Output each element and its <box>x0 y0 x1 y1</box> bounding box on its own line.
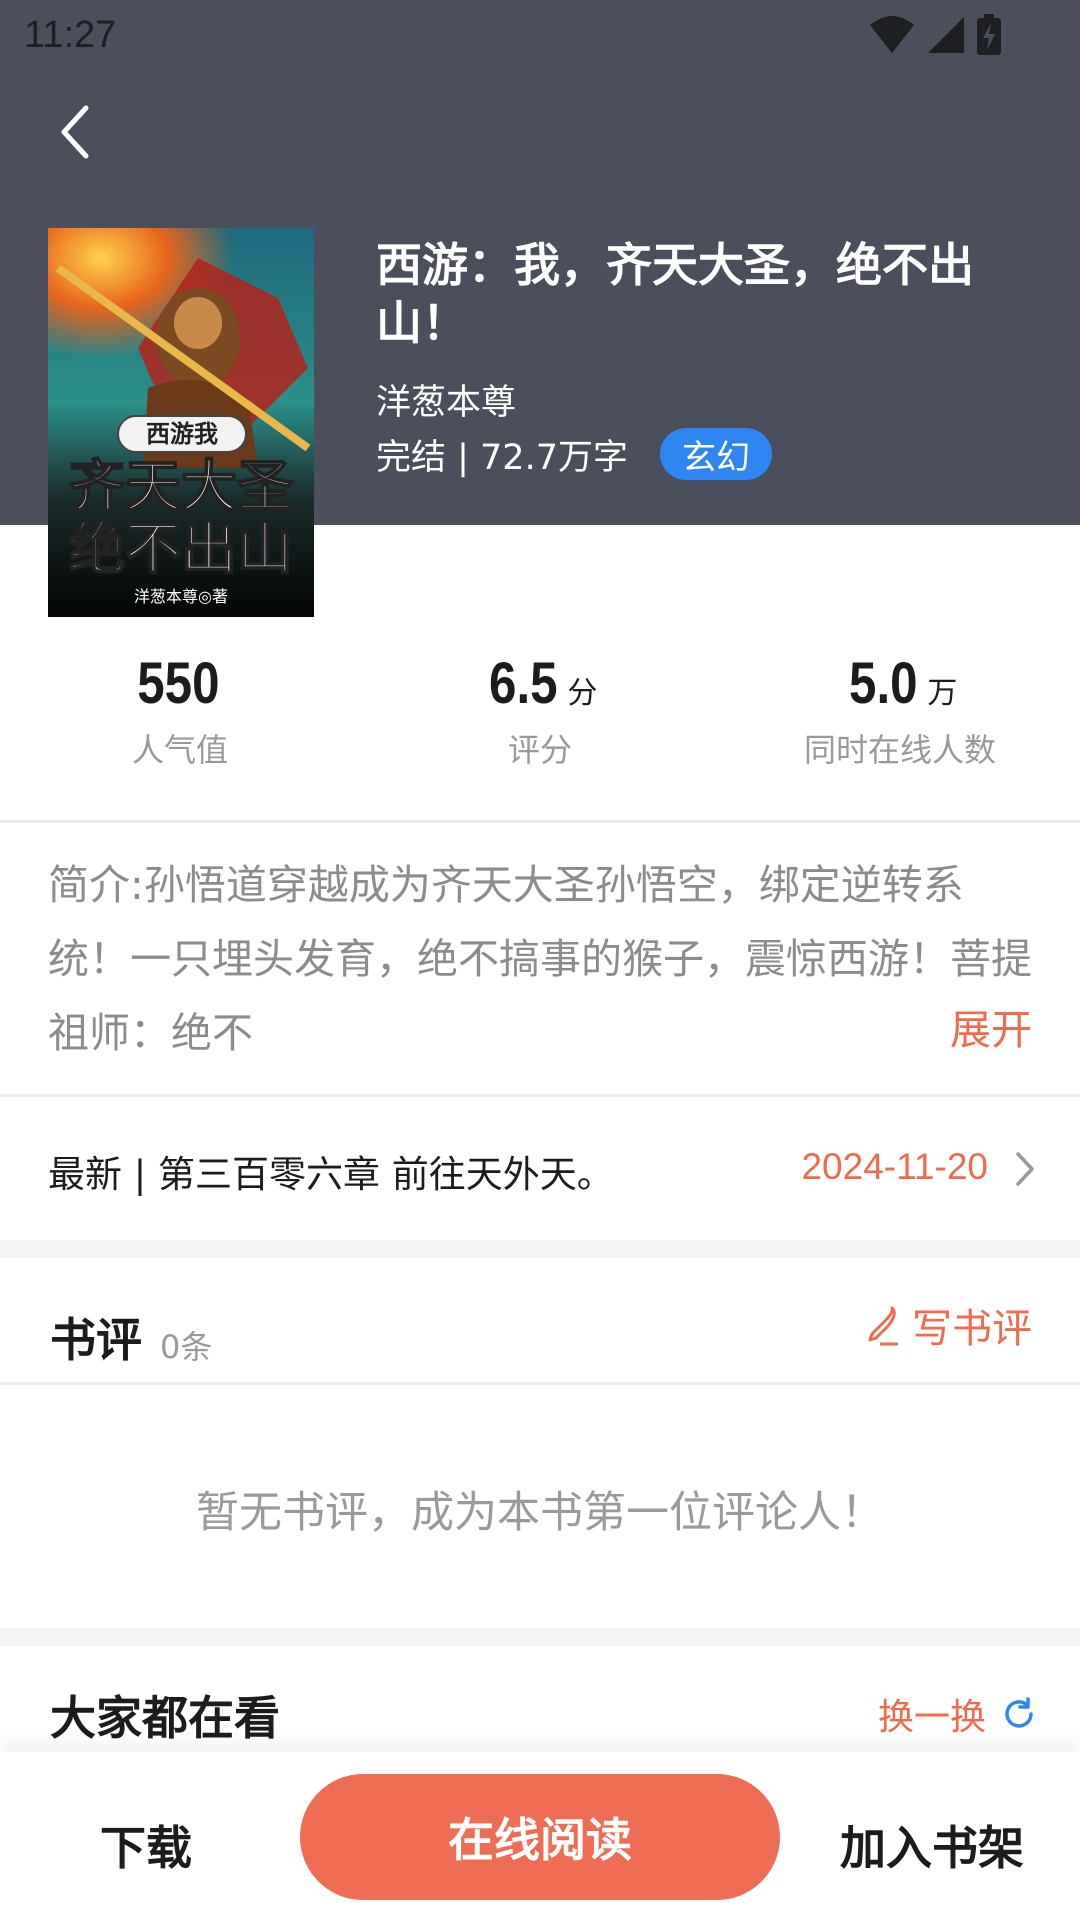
cover-text-line2: 绝不出山 <box>69 516 293 582</box>
refresh-button[interactable]: 换一换 <box>878 1688 1036 1740</box>
status-time: 11:27 <box>24 14 117 56</box>
write-review-button[interactable]: 写书评 <box>864 1296 1032 1354</box>
book-intro: 简介:孙悟道穿越成为齐天大圣孙悟空，绑定逆转系统！一只埋头发育，绝不搞事的猴子，… <box>48 861 1032 1057</box>
bottom-action-bar: 下载 在线阅读 加入书架 <box>0 1752 1080 1920</box>
expand-button[interactable]: 展开 <box>950 996 1032 1056</box>
battery-icon <box>977 14 1001 55</box>
cover-text-author: 洋葱本尊◎著 <box>134 587 228 606</box>
cover-text-line1: 齐天大圣 <box>69 454 293 520</box>
download-button[interactable]: 下载 <box>100 1812 192 1878</box>
empty-review-text: 暂无书评，成为本书第一位评论人！ <box>196 1488 884 1538</box>
stat-label: 评分 <box>507 731 572 769</box>
cover-text-top: 西游我 <box>146 419 218 448</box>
add-to-shelf-button[interactable]: 加入书架 <box>840 1812 1024 1878</box>
pen-icon <box>868 1306 898 1346</box>
read-online-button[interactable]: 在线阅读 <box>300 1774 780 1900</box>
stat-value: 5.0 <box>848 651 918 716</box>
book-title: 西游：我，齐天大圣，绝不出山！ <box>376 238 974 350</box>
divider <box>0 820 1080 823</box>
stat-online: 5.0 万 同时在线人数 <box>720 650 1080 771</box>
book-cover[interactable]: 西游我 齐天大圣 绝不出山 洋葱本尊◎著 <box>48 228 314 617</box>
genre-badge[interactable]: 玄幻 <box>659 428 772 480</box>
book-author[interactable]: 洋葱本尊 <box>376 374 516 425</box>
stats-row: 550 人气值 6.5 分 评分 5.0 万 同时在线人数 <box>0 650 1080 780</box>
latest-chapter-text: 最新 | 第三百零六章 前往天外天。 <box>48 1153 614 1196</box>
section-divider <box>0 1628 1080 1646</box>
book-meta: 完结 | 72.7万字 玄幻 <box>376 428 772 480</box>
stat-unit: 万 <box>927 676 958 711</box>
status-icons <box>868 14 1002 56</box>
stat-unit: 分 <box>567 676 598 711</box>
latest-chapter-date: 2024-11-20 <box>801 1146 988 1187</box>
wifi-icon <box>870 16 914 53</box>
divider <box>0 1094 1080 1097</box>
latest-chapter-row[interactable]: 最新 | 第三百零六章 前往天外天。 2024-11-20 <box>0 1100 1080 1240</box>
back-button[interactable] <box>44 92 104 172</box>
divider <box>0 1382 1080 1385</box>
popular-title: 大家都在看 <box>50 1691 280 1745</box>
refresh-icon <box>1005 1697 1033 1728</box>
cover-art: 西游我 齐天大圣 绝不出山 洋葱本尊◎著 <box>48 228 314 617</box>
status-bar: 11:27 <box>0 0 1080 72</box>
stat-value: 550 <box>136 651 220 716</box>
stat-rating: 6.5 分 评分 <box>360 650 720 771</box>
book-status-words: 完结 | 72.7万字 <box>376 437 628 478</box>
section-divider <box>0 1240 1080 1258</box>
reviews-count: 0条 <box>160 1328 213 1366</box>
chevron-right-icon <box>1016 1152 1034 1186</box>
stat-label: 同时在线人数 <box>803 731 996 769</box>
write-review-label: 写书评 <box>912 1306 1032 1352</box>
stat-label: 人气值 <box>131 731 228 769</box>
reviews-title: 书评 <box>50 1313 142 1367</box>
stat-popularity: 550 人气值 <box>0 650 360 771</box>
signal-icon <box>928 17 964 53</box>
stat-value: 6.5 <box>488 651 558 716</box>
chevron-left-icon <box>61 105 89 159</box>
refresh-label: 换一换 <box>877 1697 986 1738</box>
